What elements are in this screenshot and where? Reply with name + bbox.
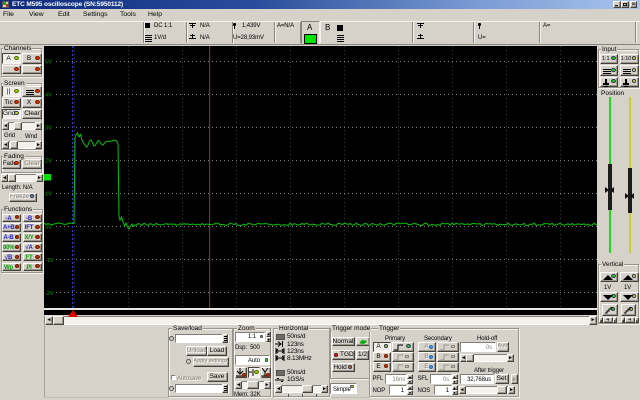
svg-text:0V: 0V xyxy=(45,225,52,231)
svg-text:3V: 3V xyxy=(45,126,52,132)
svg-text:2V: 2V xyxy=(45,159,52,165)
svg-text:5V: 5V xyxy=(45,60,52,66)
svg-text:1V: 1V xyxy=(45,192,52,198)
svg-text:4V: 4V xyxy=(45,93,52,99)
svg-text:-2V: -2V xyxy=(45,291,54,297)
svg-text:-1V: -1V xyxy=(45,258,54,264)
